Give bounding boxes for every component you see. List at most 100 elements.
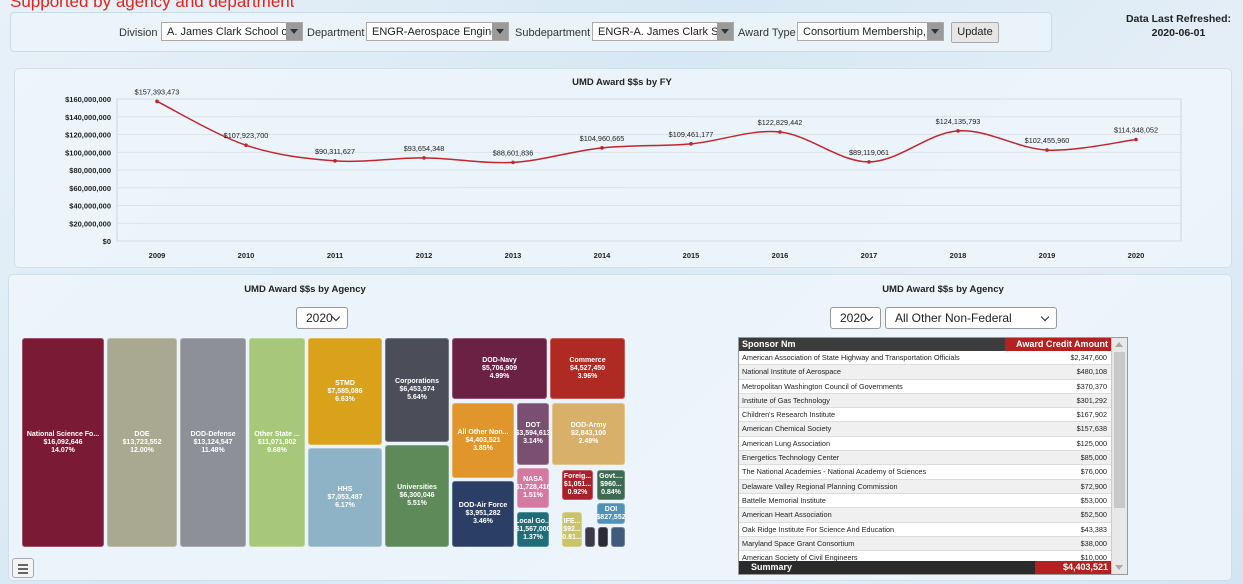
data-point[interactable] [422,156,426,160]
table-row[interactable]: American Heart Association $52,500 [739,508,1127,523]
data-point[interactable] [155,99,159,104]
amount-cell: $85,000 [1080,453,1107,463]
col-amount-header[interactable]: Award Credit Amount [1005,338,1111,351]
tile-name: DOD-Army [570,422,607,429]
agency-title-right: UMD Award $$s by Agency [882,284,1004,295]
table-row[interactable]: Oak Ridge Institute For Science And Educ… [739,523,1127,537]
tile-pct: 12.00% [130,446,154,454]
data-point[interactable] [867,160,871,164]
tile-name: DOD-Defense [190,430,236,438]
treemap-tile[interactable]: DOD-Navy $5,706,909 4.99% [452,338,547,399]
tile-value: $1,051... [563,481,592,488]
sponsor-cell: Institute of Gas Technology [742,395,830,405]
treemap-tile[interactable]: Corporations $6,453,974 5.64% [385,338,449,442]
y-tick-label: $160,000,000 [65,95,111,104]
line-chart: $160,000,000 $140,000,000 $120,000,000 $100… [65,87,1182,260]
tile-name: IFE... [563,517,581,525]
sponsor-cell: American Heart Association [742,510,832,520]
table-row[interactable]: The National Academies - National Academ… [739,465,1127,480]
table-row[interactable]: National Institute of Aerospace $480,108 [739,365,1127,380]
sponsor-type-select[interactable]: All Other Non-Federal [885,307,1057,329]
treemap-tile[interactable]: STMD $7,585,086 6.63% [308,338,382,445]
menu-bar [18,568,28,570]
treemap-tile[interactable]: Commerce $4,527,450 3.96% [550,338,625,399]
treemap-tile[interactable]: Universities $6,300,046 5.51% [385,445,449,547]
table-scrollbar[interactable] [1111,338,1127,574]
x-tick-label: 2017 [861,251,878,260]
data-point[interactable] [511,160,515,165]
data-point[interactable] [1134,137,1138,142]
amount-cell: $167,902 [1076,410,1107,420]
treemap-tile[interactable]: DOI $827,552 [597,503,625,524]
tile-pct: 3.85% [473,444,493,452]
treemap-tile[interactable]: DOD-Army $2,843,100 2.49% [552,403,625,465]
tile-name: Universities [397,484,437,491]
tile-value: $6,300,046 [399,492,435,499]
series-line [156,100,1137,164]
menu-icon[interactable] [12,558,34,578]
summary-label: Summary [751,562,793,572]
tile-name: Other State ... [254,430,300,438]
treemap-tile[interactable]: Other State ... $11,071,802 9.68% [249,338,305,547]
treemap-tile-small[interactable] [598,527,608,547]
treemap-tile-small[interactable] [585,527,595,547]
year-select-left[interactable]: 2020 [296,307,348,329]
treemap-tile[interactable]: HHS $7,053,487 6.17% [308,448,382,547]
year-value-right: 2020 [840,311,867,325]
data-label: $107,923,700 [224,131,269,140]
summary-value: $4,403,521 [1035,561,1111,574]
table-row[interactable]: Institute of Gas Technology $301,292 [739,393,1127,409]
treemap-tile[interactable]: Foreig... $1,051... 0.92% [562,470,593,500]
data-point[interactable] [689,142,693,146]
table-row[interactable]: Metropolitan Washington Council of Gover… [739,380,1127,394]
data-label: $114,348,052 [1114,126,1158,135]
table-row[interactable]: Energetics Technology Center $85,000 [739,451,1127,466]
data-point[interactable] [600,146,604,150]
table-row[interactable]: Delaware Valley Regional Planning Commis… [739,479,1127,494]
data-point[interactable] [244,143,248,148]
data-point[interactable] [778,130,782,134]
table-row[interactable]: American Association of State Highway an… [739,351,1127,366]
table-header: Sponsor Nm Award Credit Amount [739,338,1127,351]
data-point[interactable] [1045,148,1049,152]
data-label: $157,393,473 [135,87,180,96]
treemap-tile[interactable]: DOT $3,594,613 3.14% [517,403,549,465]
tile-name: DOD-Navy [482,356,517,364]
table-row[interactable]: Maryland Space Grant Consortium $38,000 [739,536,1127,552]
treemap-tile[interactable]: DOD-Defense $13,124,547 11.48% [180,338,246,547]
sponsor-table: Sponsor Nm Award Credit Amount American … [738,337,1128,575]
amount-cell: $301,292 [1076,395,1107,405]
table-row[interactable]: Battelle Memorial Institute $53,000 [739,494,1127,509]
amount-cell: $38,000 [1080,538,1107,548]
scroll-down-icon[interactable] [1115,565,1123,570]
data-point[interactable] [333,159,337,163]
table-row[interactable]: American Chemical Society $157,638 [739,422,1127,437]
tile-value: $92... [563,525,581,533]
tile-value: $16,092,646 [43,438,83,446]
treemap-tile-small[interactable] [611,527,625,547]
treemap-tile[interactable]: DOE $13,723,552 12.00% [107,338,177,547]
tile-pct: 6.63% [335,395,355,403]
data-label: $102,455,960 [1025,136,1070,145]
scroll-up-icon[interactable] [1115,342,1123,347]
treemap-tile[interactable]: Govt.... $960... 0.84% [597,470,625,500]
treemap-tile[interactable]: DOD-Air Force $3,951,282 3.46% [452,481,514,547]
x-tick-label: 2010 [238,251,255,260]
tile-value: $3,951,282 [465,510,501,517]
table-row[interactable]: American Lung Association $125,000 [739,437,1127,452]
scroll-thumb[interactable] [1114,352,1125,508]
x-tick-label: 2020 [1128,251,1145,260]
treemap-tile[interactable]: National Science Fo... $16,092,646 14.07% [22,338,104,547]
tile-value: $1,728,416 [517,484,549,491]
tile-value: $5,706,909 [481,364,518,372]
tile-value: $13,124,547 [193,438,233,446]
treemap-tile[interactable]: IFE... $92... 0.81... [562,512,582,547]
treemap-tile[interactable]: NASA $1,728,416 1.51% [517,468,549,508]
treemap-tile[interactable]: Local Go...$1,567,0001.37% [517,512,549,547]
treemap-tile[interactable]: All Other Non... $4,403,521 3.85% [452,403,514,478]
col-sponsor-header[interactable]: Sponsor Nm [742,338,796,351]
tile-pct: 5.64% [407,394,427,401]
year-select-right[interactable]: 2020 [830,307,881,329]
table-row[interactable]: Children's Research Institute $167,902 [739,408,1127,423]
data-point[interactable] [956,129,960,133]
